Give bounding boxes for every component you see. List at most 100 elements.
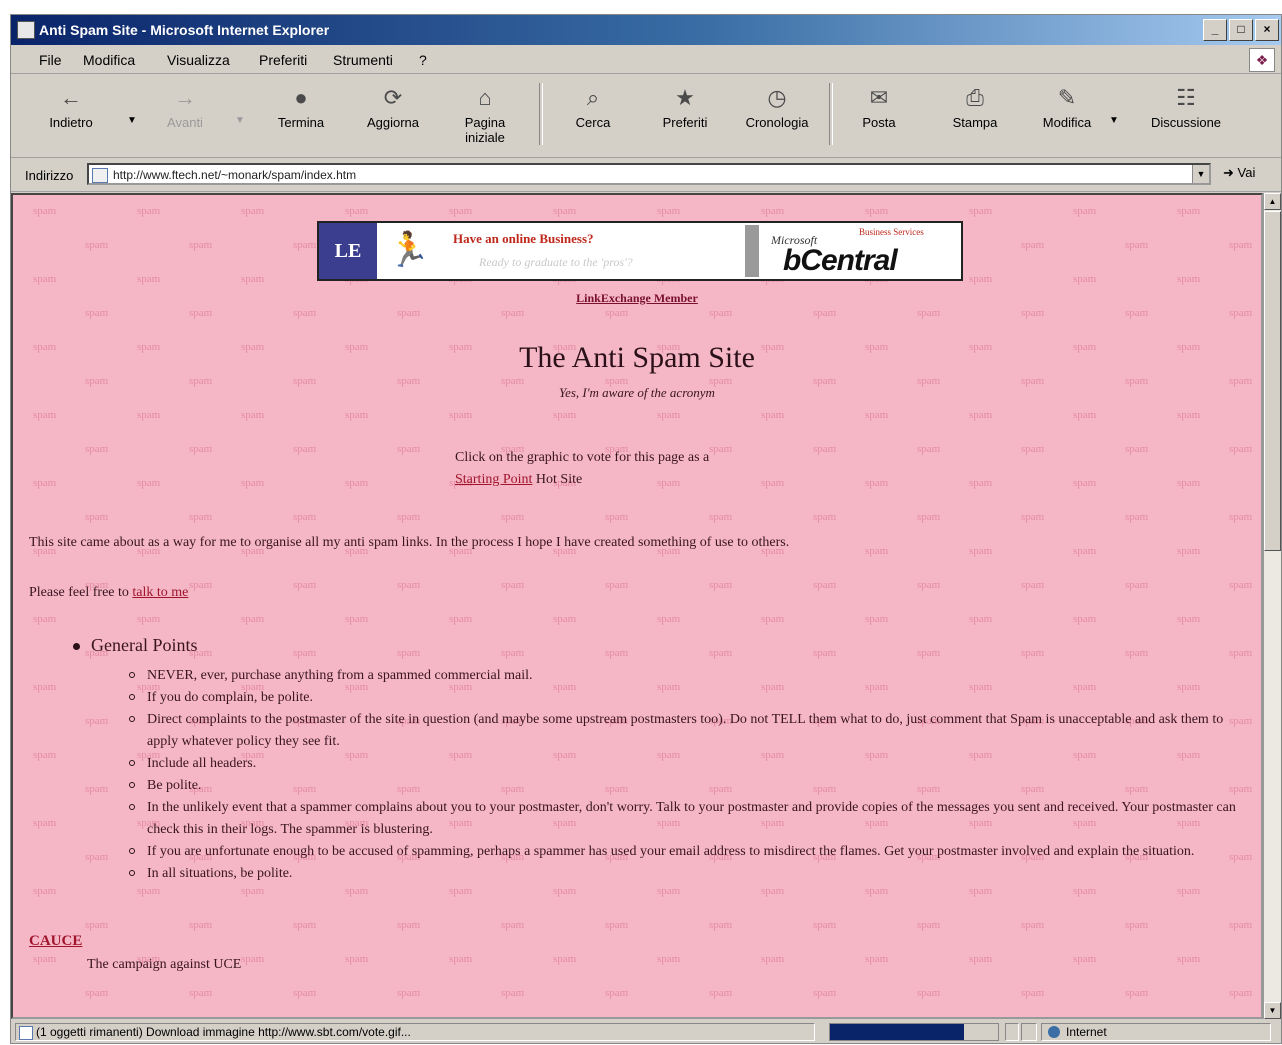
search-button[interactable]: ⌕ Cerca: [555, 85, 631, 130]
status-cell: [1005, 1023, 1019, 1041]
page-title: The Anti Spam Site: [519, 341, 755, 374]
background-word: spam: [241, 205, 265, 217]
circle-bullet-icon: [129, 870, 135, 876]
background-word: spam: [1073, 613, 1097, 625]
history-icon: ◷: [767, 85, 787, 110]
background-word: spam: [33, 205, 57, 217]
section-heading: General Points: [91, 635, 198, 655]
background-word: spam: [1229, 443, 1253, 455]
background-word: spam: [137, 409, 161, 421]
background-word: spam: [397, 647, 421, 659]
background-word: spam: [189, 239, 213, 251]
background-word: spam: [85, 511, 109, 523]
discuss-button[interactable]: ☷ Discussione: [1141, 85, 1231, 130]
background-word: spam: [969, 205, 993, 217]
contact-line: Please feel free to talk to me: [29, 585, 188, 601]
cauce-link[interactable]: CAUCE: [29, 933, 82, 950]
background-word: spam: [969, 613, 993, 625]
menu-file[interactable]: File: [39, 52, 62, 68]
web-page: spam spam spam spam spam spam spam spam spam spam…: [13, 195, 1261, 1017]
maximize-button[interactable]: □: [1229, 19, 1253, 41]
vertical-scrollbar[interactable]: ▲ ▼: [1263, 193, 1281, 1019]
background-word: spam: [1021, 443, 1045, 455]
home-icon: ⌂: [478, 85, 492, 110]
history-button[interactable]: ◷ Cronologia: [739, 85, 815, 130]
favorites-icon: ★: [675, 85, 695, 110]
background-word: spam: [657, 409, 681, 421]
linkexchange-link[interactable]: LinkExchange Member: [13, 291, 1261, 306]
forward-button[interactable]: → Avanti: [147, 85, 223, 130]
background-word: spam: [761, 613, 785, 625]
list-item: Include all headers.: [127, 753, 1237, 775]
menu-strumenti[interactable]: Strumenti: [333, 52, 393, 68]
address-dropdown-icon[interactable]: ▼: [1192, 165, 1209, 183]
background-word: spam: [293, 647, 317, 659]
stop-button[interactable]: ● Termina: [263, 85, 339, 130]
background-word: spam: [501, 511, 525, 523]
scroll-down-icon[interactable]: ▼: [1264, 1002, 1281, 1019]
title-bar: Anti Spam Site - Microsoft Internet Expl…: [11, 15, 1281, 45]
starting-point-link[interactable]: Starting Point: [455, 472, 532, 487]
go-button[interactable]: ➜ Vai: [1223, 165, 1255, 181]
menu-help[interactable]: ?: [419, 52, 427, 68]
menu-visualizza[interactable]: Visualizza: [167, 52, 230, 68]
mail-button[interactable]: ✉ Posta: [841, 85, 917, 130]
background-word: spam: [501, 919, 525, 931]
home-button[interactable]: ⌂ Pagina iniziale: [447, 85, 523, 145]
edit-dropdown-icon[interactable]: ▼: [1109, 115, 1119, 126]
progress-fill: [830, 1024, 965, 1040]
background-word: spam: [553, 885, 577, 897]
list-item: In the unlikely event that a spammer com…: [127, 797, 1237, 841]
background-word: spam: [1073, 885, 1097, 897]
menu-modifica[interactable]: Modifica: [83, 52, 135, 68]
forward-dropdown-icon[interactable]: ▼: [235, 115, 245, 126]
background-word: spam: [1125, 511, 1149, 523]
back-button[interactable]: ← Indietro: [33, 85, 109, 130]
address-url[interactable]: http://www.ftech.net/~monark/spam/index.…: [113, 168, 356, 182]
runner-icon: 🏃: [387, 232, 431, 269]
circle-bullet-icon: [129, 848, 135, 854]
list-item: In all situations, be polite.: [127, 863, 1237, 885]
background-word: spam: [293, 919, 317, 931]
background-word: spam: [1177, 409, 1201, 421]
list-item: If you do complain, be polite.: [127, 687, 1237, 709]
background-word: spam: [449, 205, 473, 217]
background-word: spam: [137, 477, 161, 489]
back-dropdown-icon[interactable]: ▼: [127, 115, 137, 126]
background-word: spam: [917, 307, 941, 319]
refresh-icon: ⟳: [383, 85, 403, 110]
background-word: spam: [709, 647, 733, 659]
background-word: spam: [85, 239, 109, 251]
talk-to-me-link[interactable]: talk to me: [132, 585, 188, 600]
status-message: (1 oggetti rimanenti) Download immagine …: [15, 1023, 815, 1041]
background-word: spam: [33, 273, 57, 285]
background-word: spam: [1073, 477, 1097, 489]
background-word: spam: [1073, 273, 1097, 285]
favorites-button[interactable]: ★ Preferiti: [647, 85, 723, 130]
list-item: Be polite.: [127, 775, 1237, 797]
background-word: spam: [761, 409, 785, 421]
background-word: spam: [137, 613, 161, 625]
minimize-button[interactable]: _: [1203, 19, 1227, 41]
refresh-button[interactable]: ⟳ Aggiorna: [355, 85, 431, 130]
background-word: spam: [605, 511, 629, 523]
background-word: spam: [33, 681, 57, 693]
menu-preferiti[interactable]: Preferiti: [259, 52, 307, 68]
scroll-up-icon[interactable]: ▲: [1264, 193, 1281, 210]
background-word: spam: [33, 749, 57, 761]
page-viewport[interactable]: spam spam spam spam spam spam spam spam spam spam…: [11, 193, 1263, 1019]
background-word: spam: [1177, 953, 1201, 965]
print-icon: ⎙: [966, 85, 984, 110]
background-word: spam: [917, 511, 941, 523]
background-word: spam: [1177, 477, 1201, 489]
scroll-thumb[interactable]: [1264, 211, 1281, 551]
background-word: spam: [813, 919, 837, 931]
banner-ad[interactable]: LE 🏃 Have an online Business? Ready to g…: [317, 221, 963, 281]
edit-button[interactable]: ✎ Modifica: [1029, 85, 1105, 130]
list-item: If you are unfortunate enough to be accu…: [127, 841, 1237, 863]
print-button[interactable]: ⎙ Stampa: [937, 85, 1013, 130]
address-input[interactable]: http://www.ftech.net/~monark/spam/index.…: [87, 163, 1211, 185]
background-word: spam: [1125, 987, 1149, 999]
close-button[interactable]: ×: [1255, 19, 1279, 41]
background-word: spam: [1229, 647, 1253, 659]
